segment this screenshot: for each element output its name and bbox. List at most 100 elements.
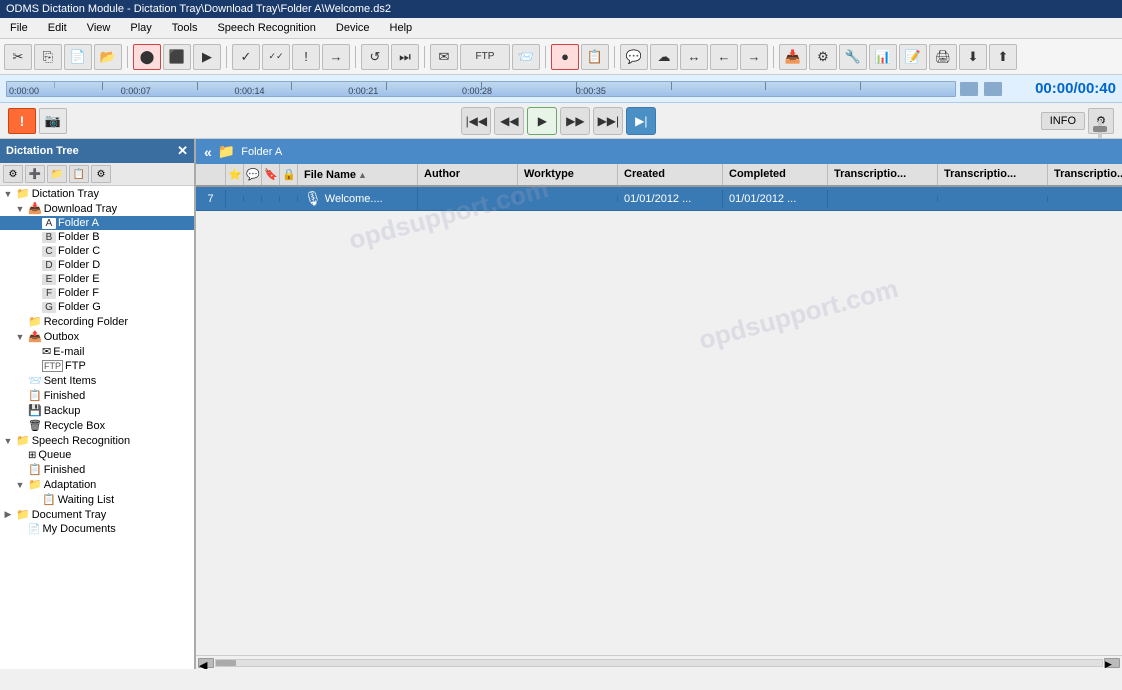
tree-item-folder-g[interactable]: G Folder G [0, 300, 194, 314]
sidebar-tool-4[interactable]: 📋 [69, 165, 89, 183]
record2-button[interactable]: ● [551, 44, 579, 70]
skip-button[interactable]: ⏭ [391, 44, 419, 70]
menu-file[interactable]: File [4, 20, 34, 36]
h-scroll-left-btn[interactable]: ◀ [198, 658, 214, 668]
col-header-star[interactable]: ⭐ [226, 164, 244, 185]
menu-tools[interactable]: Tools [166, 20, 204, 36]
tb-extra4[interactable]: 📊 [869, 44, 897, 70]
tree-item-outbox[interactable]: ▼ 📤 Outbox [0, 329, 194, 344]
forward2-button[interactable]: → [740, 44, 768, 70]
sidebar-tool-2[interactable]: ➕ [25, 165, 45, 183]
rewind-all-button[interactable]: |◀◀ [461, 107, 491, 135]
tree-item-waiting-list[interactable]: 📋 Waiting List [0, 492, 194, 507]
tree-item-sent-items[interactable]: 📨 Sent Items [0, 373, 194, 388]
tree-item-my-documents[interactable]: 📄 My Documents [0, 522, 194, 536]
new-button[interactable]: 📄 [64, 44, 92, 70]
col-header-author[interactable]: Author [418, 164, 518, 185]
tree-item-finished[interactable]: 📋 Finished [0, 388, 194, 403]
sidebar-tool-5[interactable]: ⚙ [91, 165, 111, 183]
menu-device[interactable]: Device [330, 20, 376, 36]
nav-back-button[interactable]: « [204, 144, 212, 160]
tree-item-queue[interactable]: ⊞ Queue [0, 448, 194, 462]
tree-item-folder-a[interactable]: A Folder A [0, 216, 194, 230]
col-header-lock[interactable]: 🔒 [280, 164, 298, 185]
tree-item-folder-b[interactable]: B Folder B [0, 230, 194, 244]
sidebar-tool-3[interactable]: 📁 [47, 165, 67, 183]
menu-edit[interactable]: Edit [42, 20, 73, 36]
col-header-trans2[interactable]: Transcriptio... [938, 164, 1048, 185]
stop-button[interactable]: ⬛ [163, 44, 191, 70]
forward-all-button[interactable]: ▶▶| [593, 107, 623, 135]
col-header-created[interactable]: Created [618, 164, 723, 185]
tree-item-folder-c[interactable]: C Folder C [0, 244, 194, 258]
menu-speech[interactable]: Speech Recognition [211, 20, 321, 36]
comment-button[interactable]: 💬 [620, 44, 648, 70]
h-scroll-track[interactable] [215, 659, 1103, 667]
fast-forward-button[interactable]: ▶▶ [560, 107, 590, 135]
email-button[interactable]: ✉ [430, 44, 458, 70]
tree-item-folder-d[interactable]: D Folder D [0, 258, 194, 272]
tree-item-adaptation[interactable]: ▼ 📁 Adaptation [0, 477, 194, 492]
menu-view[interactable]: View [81, 20, 117, 36]
col-header-trans1[interactable]: Transcriptio... [828, 164, 938, 185]
ftp-button[interactable]: FTP [460, 44, 510, 70]
tb-extra1[interactable]: 📥 [779, 44, 807, 70]
back-button[interactable]: ← [710, 44, 738, 70]
col-header-filename[interactable]: File Name ▲ [298, 164, 418, 185]
tree-item-document-tray[interactable]: ▶ 📁 Document Tray [0, 507, 194, 522]
menu-play[interactable]: Play [124, 20, 157, 36]
sidebar-close-button[interactable]: ✕ [177, 143, 188, 159]
tree-item-speech-recognition[interactable]: ▼ 📁 Speech Recognition [0, 433, 194, 448]
tree-item-download-tray[interactable]: ▼ 📥 Download Tray [0, 201, 194, 216]
tree-item-folder-e[interactable]: E Folder E [0, 272, 194, 286]
timeline-track[interactable]: 0:00:00 0:00:07 0:00:14 0:00:21 0:00:28 … [6, 81, 956, 97]
info-button[interactable]: INFO [1041, 112, 1085, 130]
h-scroll-right-btn[interactable]: ▶ [1104, 658, 1120, 668]
cloud-button[interactable]: ☁ [650, 44, 678, 70]
tb-extra5[interactable]: 📝 [899, 44, 927, 70]
col-header-worktype[interactable]: Worktype [518, 164, 618, 185]
send2-button[interactable]: 📨 [512, 44, 540, 70]
tree-item-email[interactable]: ✉ E-mail [0, 344, 194, 359]
tree-item-recording-folder[interactable]: 📁 Recording Folder [0, 314, 194, 329]
play-button[interactable]: ▶ [527, 107, 557, 135]
priority-button[interactable]: ! [292, 44, 320, 70]
col-header-comment[interactable]: 💬 [244, 164, 262, 185]
table-row[interactable]: 7 🎙 Welcome.... 01/01/2012 ... [196, 187, 1122, 211]
tree-item-folder-f[interactable]: F Folder F [0, 286, 194, 300]
zoom-in-btn[interactable] [984, 82, 1002, 96]
last-button[interactable]: ▶| [626, 107, 656, 135]
sidebar-tool-1[interactable]: ⚙ [3, 165, 23, 183]
tb-extra3[interactable]: 🔧 [839, 44, 867, 70]
col-header-flag[interactable]: 🔖 [262, 164, 280, 185]
record-button[interactable]: ⬤ [133, 44, 161, 70]
volume-thumb[interactable] [1093, 126, 1107, 132]
zoom-out-btn[interactable] [960, 82, 978, 96]
tree-item-backup[interactable]: 💾 Backup [0, 403, 194, 418]
h-scrollbar[interactable]: ◀ ▶ [196, 655, 1122, 669]
rewind-button[interactable]: ◀◀ [494, 107, 524, 135]
h-scroll-thumb[interactable] [216, 660, 236, 666]
tb-extra8[interactable]: ⬆ [989, 44, 1017, 70]
double-check-button[interactable]: ✓✓ [262, 44, 290, 70]
send-button[interactable]: → [322, 44, 350, 70]
playback-button[interactable]: ▶ [193, 44, 221, 70]
tree-item-recycle-box[interactable]: 🗑 Recycle Box [0, 418, 194, 433]
col-header-trans3[interactable]: Transcriptio... [1048, 164, 1122, 185]
col-header-completed[interactable]: Completed [723, 164, 828, 185]
tb-extra2[interactable]: ⚙ [809, 44, 837, 70]
refresh-button[interactable]: ↺ [361, 44, 389, 70]
col-header-num[interactable] [196, 164, 226, 185]
new2-button[interactable]: 📋 [581, 44, 609, 70]
copy-button[interactable]: ⎘ [34, 44, 62, 70]
tb-extra7[interactable]: ⬇ [959, 44, 987, 70]
arrows-button[interactable]: ↔ [680, 44, 708, 70]
tree-item-dictation-tray[interactable]: ▼ 📁 Dictation Tray [0, 186, 194, 201]
tree-item-sr-finished[interactable]: 📋 Finished [0, 462, 194, 477]
tb-extra6[interactable]: 🖨 [929, 44, 957, 70]
open-button[interactable]: 📂 [94, 44, 122, 70]
camera-button[interactable]: 📷 [39, 108, 67, 134]
menu-help[interactable]: Help [384, 20, 419, 36]
alert-button[interactable]: ! [8, 108, 36, 134]
cut-button[interactable]: ✂ [4, 44, 32, 70]
